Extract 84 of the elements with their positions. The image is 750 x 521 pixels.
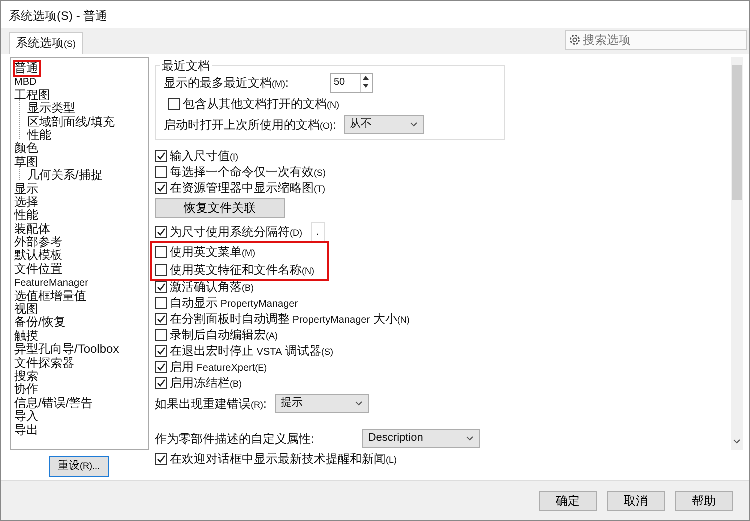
field-label: 显示的最多最近文档(M): <box>164 76 289 90</box>
spin-up-icon[interactable] <box>361 74 371 82</box>
checkbox-label: 输入尺寸值(I) <box>170 148 238 165</box>
dialog-button[interactable]: 取消 <box>607 490 665 510</box>
checkbox-label: 在资源管理器中显示缩略图(T) <box>170 180 326 197</box>
tree-item[interactable]: 性能 <box>28 128 52 142</box>
dialog-button[interactable]: 帮助 <box>675 490 733 510</box>
checkbox-label: 使用英文菜单(M) <box>170 244 256 261</box>
scrollbar-thumb[interactable] <box>732 65 742 200</box>
reset-button[interactable]: 重设(R)... <box>49 456 109 476</box>
tree-item[interactable]: MBD <box>14 76 37 90</box>
chevron-down-icon <box>354 401 363 406</box>
checkbox-label: 包含从其他文档打开的文档(N) <box>183 96 340 112</box>
checkbox[interactable] <box>155 361 167 373</box>
tree-item[interactable]: FeatureManager <box>14 277 88 291</box>
checkbox[interactable] <box>155 264 167 276</box>
dropdown[interactable]: 提示 <box>274 394 369 413</box>
dropdown[interactable]: Description <box>362 429 480 448</box>
tree-item[interactable]: 颜色 <box>14 142 38 156</box>
group-title: 最近文档 <box>160 57 212 75</box>
number-field[interactable]: 50 <box>330 72 373 92</box>
tree-item[interactable]: 装配体 <box>14 222 50 236</box>
checkbox-label: 激活确认角落(B) <box>170 279 254 296</box>
checkbox-label: 自动显示 PropertyManager <box>170 295 298 312</box>
chevron-down-icon <box>410 122 418 127</box>
checkbox[interactable] <box>168 98 180 110</box>
tree-item[interactable]: 默认模板 <box>14 249 62 263</box>
field-label: 如果出现重建错误(R): <box>155 396 267 412</box>
chevron-down-icon <box>466 436 474 441</box>
tree-item[interactable]: 视图 <box>14 303 38 316</box>
tree-item[interactable]: 文件位置 <box>14 262 62 276</box>
tab[interactable]: 系统选项(S) <box>9 32 83 54</box>
tree-item[interactable]: 工程图 <box>14 88 50 102</box>
tree-item[interactable]: 草图 <box>14 156 38 170</box>
tree-item[interactable]: 显示 <box>14 182 38 196</box>
checkbox[interactable] <box>155 166 167 178</box>
dropdown[interactable]: 从不 <box>344 115 424 134</box>
checkbox-label: 使用英文特征和文件名称(N) <box>170 262 314 279</box>
checkbox[interactable] <box>155 297 167 309</box>
dialog-button[interactable]: 确定 <box>539 490 597 510</box>
checkbox[interactable] <box>155 313 167 325</box>
checkbox[interactable] <box>155 281 167 293</box>
window-title: 系统选项(S) - 普通 <box>8 8 109 25</box>
tree-item[interactable]: 显示类型 <box>28 102 76 116</box>
checkbox-label: 在欢迎对话框中显示最新技术提醒和新闻(L) <box>170 451 397 468</box>
tree-item[interactable]: 搜索 <box>14 370 38 384</box>
search-field[interactable]: 搜索选项 <box>565 30 747 50</box>
checkbox[interactable] <box>155 246 167 258</box>
scroll-down-icon[interactable] <box>733 439 741 444</box>
tree-item[interactable]: 外部参考 <box>14 236 62 250</box>
checkbox-label: 在退出宏时停止 VSTA 调试器(S) <box>170 343 334 360</box>
tree-item[interactable]: 选择 <box>14 196 38 210</box>
tree-item[interactable]: 导入 <box>14 410 38 424</box>
tree-item[interactable]: 异型孔向导/Toolbox <box>14 343 120 357</box>
tree-item[interactable]: 导出 <box>14 424 38 437</box>
checkbox[interactable] <box>155 182 167 194</box>
tree-item[interactable]: 触摸 <box>14 330 38 344</box>
tree-item[interactable]: 信息/错误/警告 <box>14 396 94 410</box>
checkbox-label: 在分割面板时自动调整 PropertyManager 大小(N) <box>170 311 410 328</box>
spin-down-icon[interactable] <box>361 82 371 90</box>
restore-button[interactable]: 恢复文件关联 <box>155 198 285 218</box>
checkbox[interactable] <box>155 345 167 357</box>
field-label: 作为零部件描述的自定义属性: <box>155 430 314 448</box>
checkbox[interactable] <box>155 453 167 465</box>
checkbox[interactable] <box>155 226 167 238</box>
scrollbar[interactable] <box>731 57 743 450</box>
checkbox[interactable] <box>155 150 167 162</box>
tree-item[interactable]: 几何关系/捕捉 <box>28 169 103 183</box>
tree-item[interactable]: 普通 <box>14 62 38 76</box>
checkbox[interactable] <box>155 377 167 389</box>
separator-field[interactable]: . <box>310 222 324 242</box>
field-label: 启动时打开上次所使用的文档(O): <box>164 116 338 134</box>
tree-item[interactable]: 备份/恢复 <box>14 316 66 330</box>
tree-item[interactable]: 区域剖面线/填充 <box>28 116 115 129</box>
checkbox-label: 为尺寸使用系统分隔符(D) <box>170 224 302 241</box>
checkbox-label: 录制后自动编辑宏(A) <box>170 327 278 344</box>
checkbox-label: 启用冻结栏(B) <box>170 375 242 392</box>
tree-item[interactable]: 协作 <box>14 383 38 397</box>
tree-item[interactable]: 性能 <box>14 209 38 223</box>
tree-item[interactable]: 选值框增量值 <box>14 290 86 304</box>
tree-item[interactable]: 文件探索器 <box>14 356 74 370</box>
checkbox-label: 每选择一个命令仅一次有效(S) <box>170 164 326 181</box>
checkbox[interactable] <box>155 329 167 341</box>
checkbox-label: 启用 FeatureXpert(E) <box>170 359 268 376</box>
